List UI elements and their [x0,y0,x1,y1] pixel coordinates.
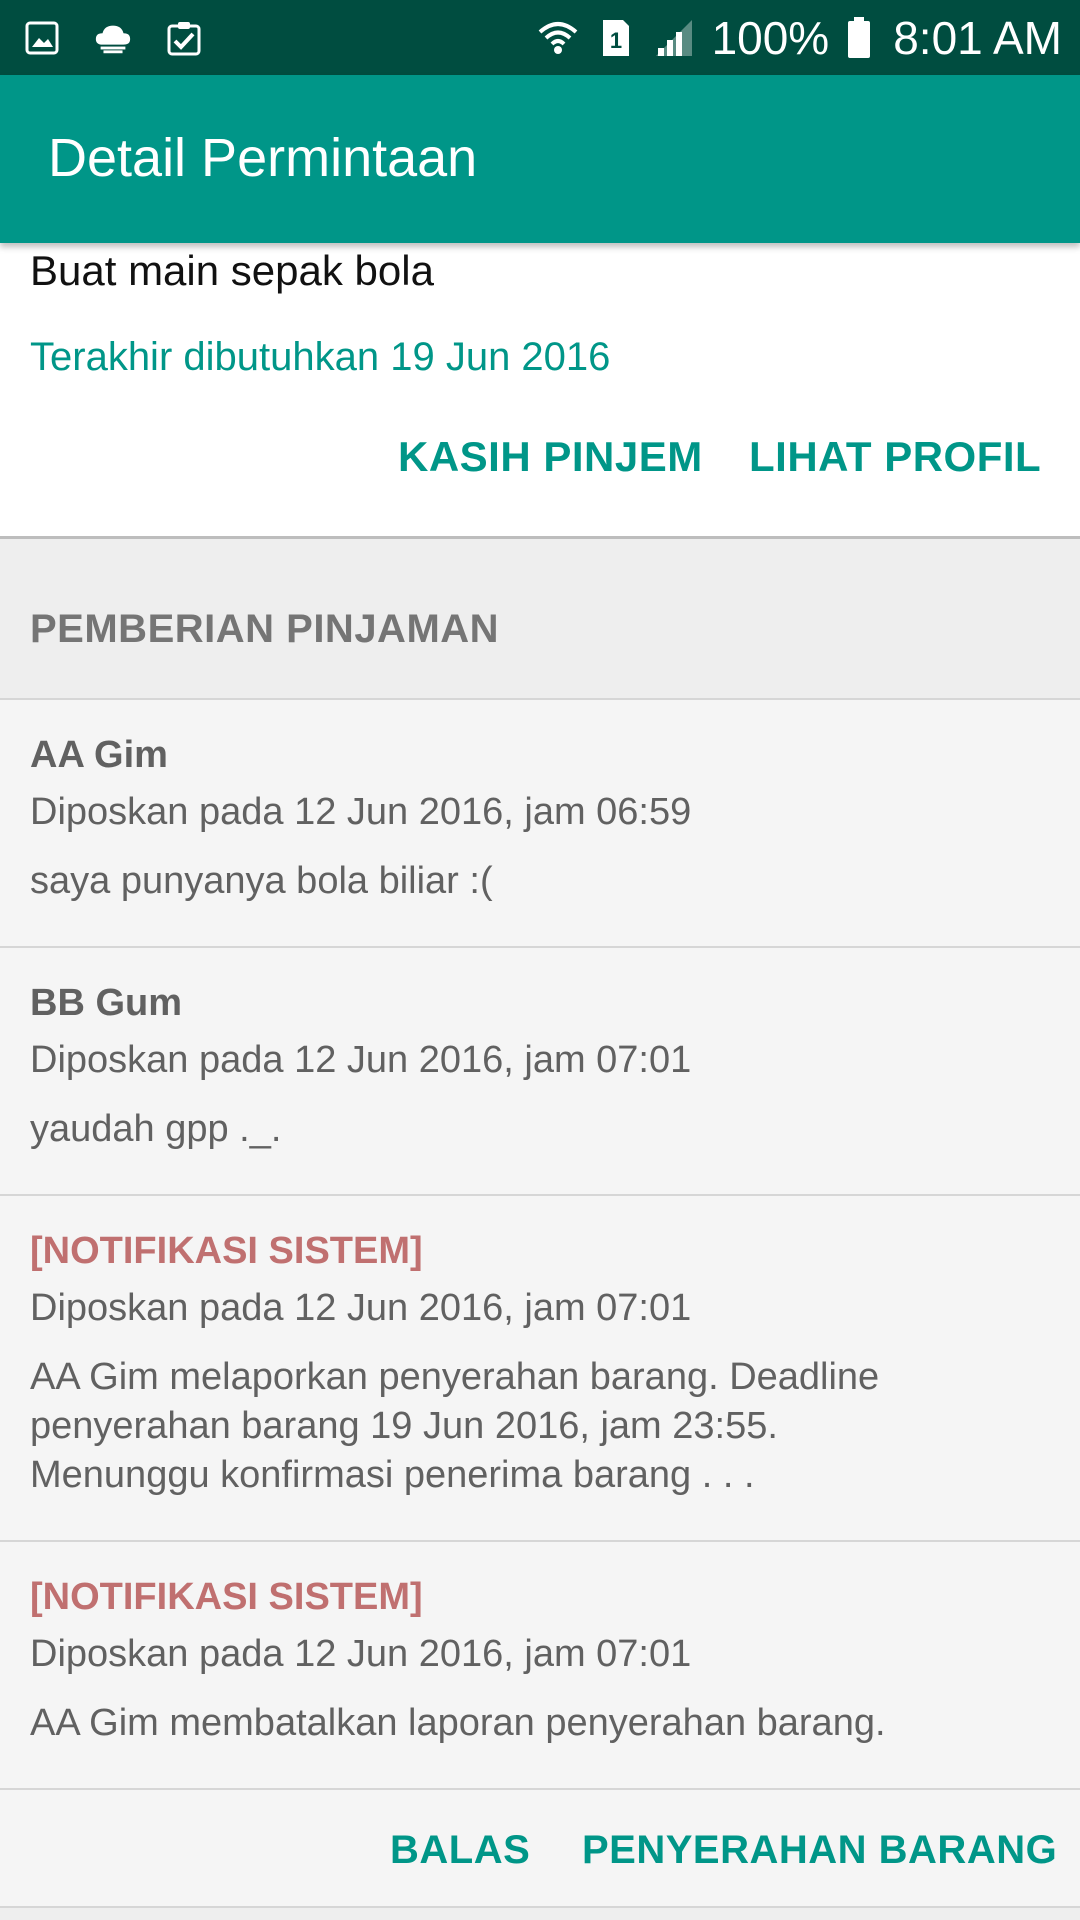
section-header: PEMBERIAN PINJAMAN [0,539,1080,698]
cloud-icon [93,18,133,58]
lend-button[interactable]: KASIH PINJEM [398,433,703,481]
comment-author: BB Gum [30,982,182,1024]
list-item[interactable]: [NOTIFIKASI SISTEM] Diposkan pada 12 Jun… [0,1542,1080,1790]
list-item[interactable]: AA Gim Diposkan pada 12 Jun 2016, jam 06… [0,700,1080,948]
bottom-spacer [0,1908,1080,1920]
request-description: Buat main sepak bola [30,247,434,294]
comment-author: AA Gim [30,734,168,776]
comment-date: Diposkan pada 12 Jun 2016, jam 07:01 [30,1287,692,1329]
bottom-action-bar: BALAS PENYERAHAN BARANG [0,1790,1080,1908]
request-deadline: Terakhir dibutuhkan 19 Jun 2016 [30,335,611,379]
gallery-icon [22,18,62,58]
comment-body: yaudah gpp ._. [30,1108,282,1150]
status-bar-right: 1 100% 8:01 AM [538,8,1062,68]
comment-list: AA Gim Diposkan pada 12 Jun 2016, jam 06… [0,700,1080,1790]
signal-icon [654,18,694,58]
comment-body: AA Gim membatalkan laporan penyerahan ba… [30,1702,886,1744]
comment-date: Diposkan pada 12 Jun 2016, jam 06:59 [30,791,692,833]
comment-date: Diposkan pada 12 Jun 2016, jam 07:01 [30,1633,692,1675]
page-title: Detail Permintaan [48,128,478,188]
list-item[interactable]: [NOTIFIKASI SISTEM] Diposkan pada 12 Jun… [0,1196,1080,1542]
battery-icon [839,17,879,58]
reply-button[interactable]: BALAS [390,1828,530,1873]
status-bar: 1 100% 8:01 AM [0,0,1080,75]
clock: 8:01 AM [893,12,1062,64]
handover-button[interactable]: PENYERAHAN BARANG [582,1828,1057,1873]
svg-text:1: 1 [609,28,621,53]
status-bar-left [22,18,235,58]
comment-author: [NOTIFIKASI SISTEM] [30,1230,423,1272]
sim-1-icon: 1 [596,18,636,58]
request-card: Buat main sepak bola Terakhir dibutuhkan… [0,243,1080,536]
wifi-icon [538,18,578,58]
comment-body: saya punyanya bola biliar :( [30,860,493,902]
battery-percentage: 100% [711,12,830,64]
comment-date: Diposkan pada 12 Jun 2016, jam 07:01 [30,1039,692,1081]
section-title: PEMBERIAN PINJAMAN [30,607,500,651]
view-profile-button[interactable]: LIHAT PROFIL [749,433,1041,481]
list-item[interactable]: BB Gum Diposkan pada 12 Jun 2016, jam 07… [0,948,1080,1196]
app-bar: Detail Permintaan [0,75,1080,243]
comment-body: AA Gim melaporkan penyerahan barang. Dea… [30,1356,880,1496]
comment-author: [NOTIFIKASI SISTEM] [30,1576,423,1618]
clipboard-check-icon [164,18,204,58]
